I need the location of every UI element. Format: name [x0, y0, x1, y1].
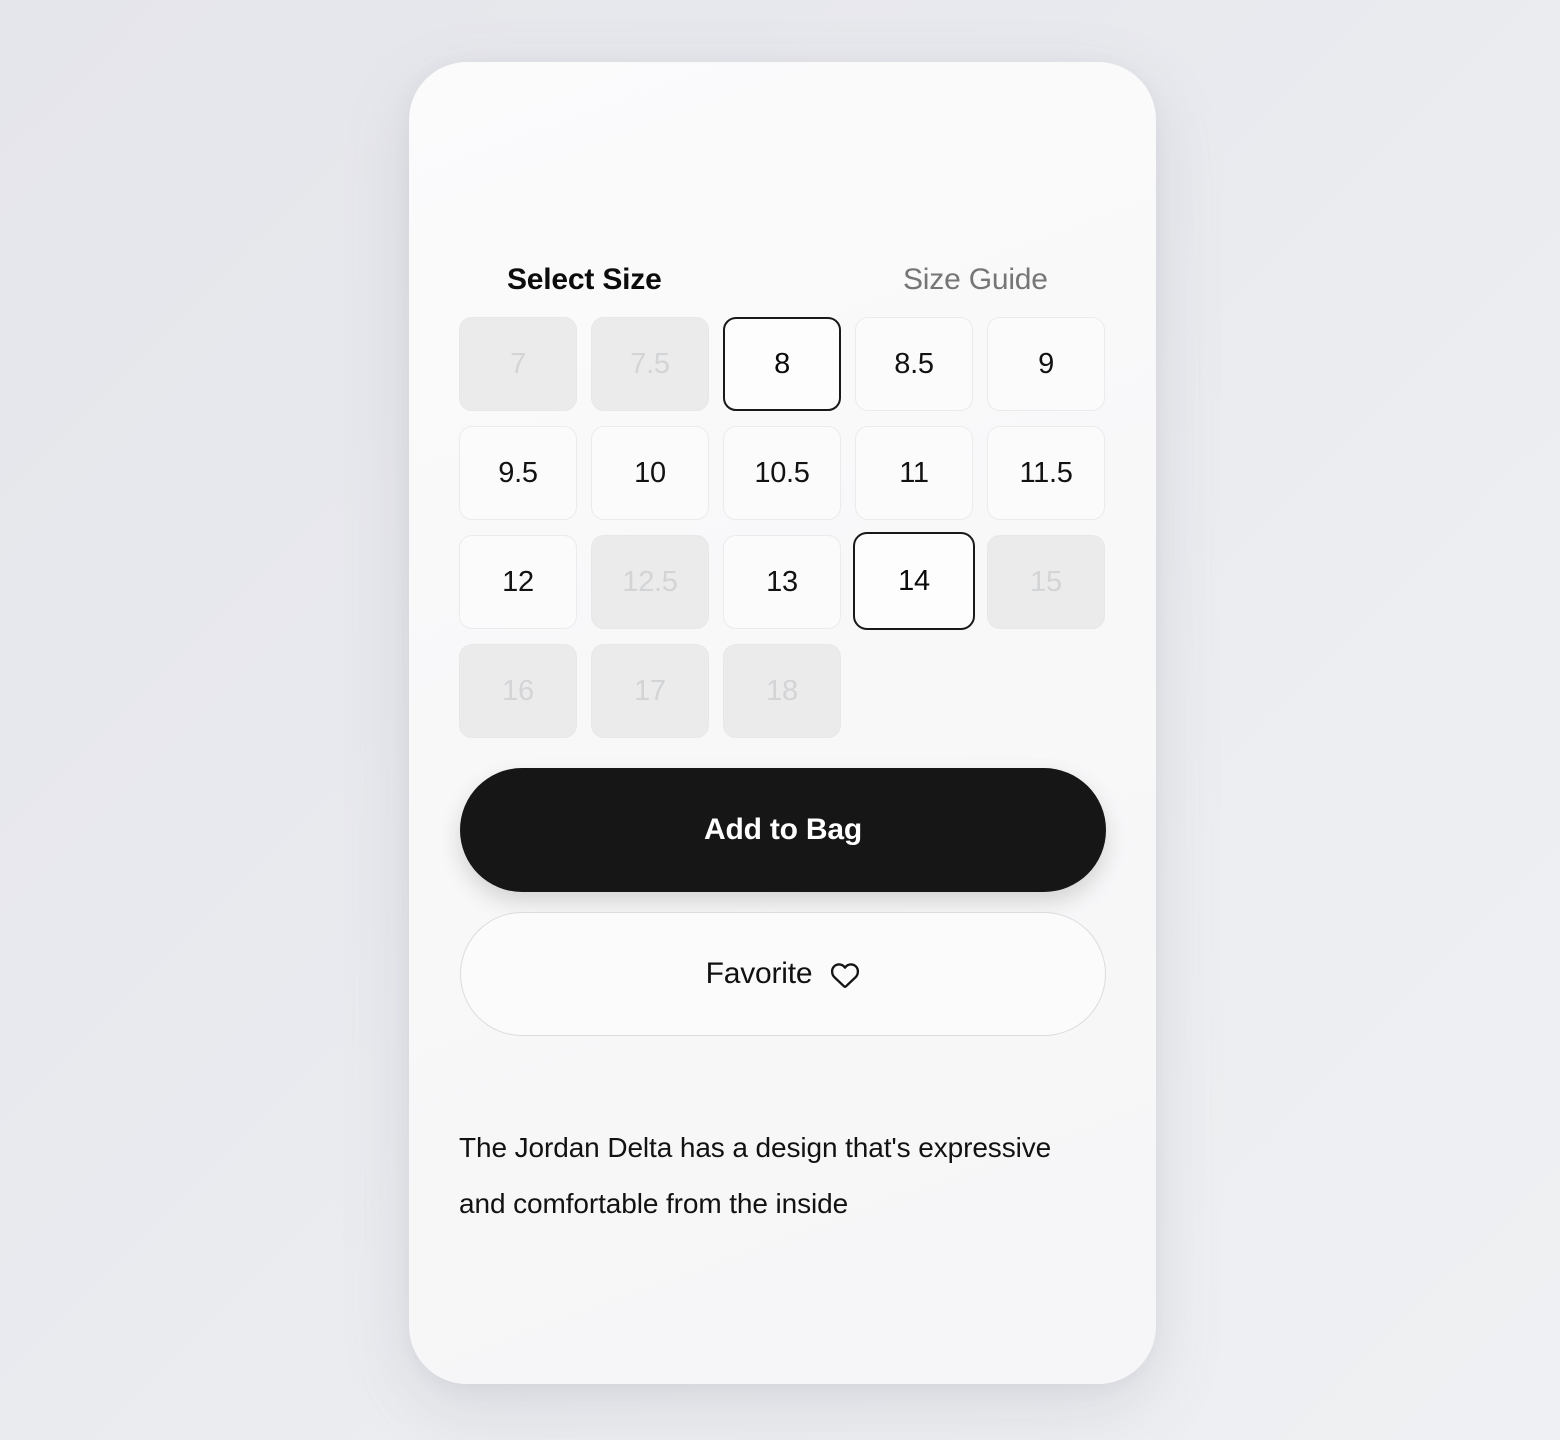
size-tile-12[interactable]: 12 [459, 535, 577, 629]
size-tile-label: 16 [502, 674, 534, 707]
size-tile-9-5[interactable]: 9.5 [459, 426, 577, 520]
size-tile-label: 9.5 [498, 456, 538, 489]
heart-outline-icon [830, 961, 860, 991]
size-tile-label: 14 [898, 564, 930, 597]
size-tile-14[interactable]: 14 [853, 532, 975, 630]
size-tile-13[interactable]: 13 [723, 535, 841, 629]
size-tile-11[interactable]: 11 [855, 426, 973, 520]
size-tile-8-5[interactable]: 8.5 [855, 317, 973, 411]
size-tile-label: 10.5 [754, 456, 810, 489]
size-tile-label: 11.5 [1019, 456, 1073, 489]
size-tile-9[interactable]: 9 [987, 317, 1105, 411]
size-tile-12-5: 12.5 [591, 535, 709, 629]
size-tile-label: 11 [899, 456, 929, 489]
favorite-button[interactable]: Favorite [460, 912, 1106, 1036]
product-description: The Jordan Delta has a design that's exp… [459, 1132, 1052, 1219]
size-tile-label: 7.5 [630, 347, 670, 380]
size-tile-label: 13 [766, 565, 798, 598]
size-tile-label: 9 [1038, 347, 1054, 380]
size-tile-label: 7 [510, 347, 526, 380]
size-tile-15: 15 [987, 535, 1105, 629]
size-tile-10[interactable]: 10 [591, 426, 709, 520]
size-tile-10-5[interactable]: 10.5 [723, 426, 841, 520]
size-tile-16: 16 [459, 644, 577, 738]
size-tile-label: 17 [634, 674, 666, 707]
size-tile-11-5[interactable]: 11.5 [987, 426, 1105, 520]
size-tile-18: 18 [723, 644, 841, 738]
size-tile-label: 10 [634, 456, 666, 489]
page-title: Select Size [507, 263, 662, 296]
size-tile-label: 12.5 [622, 565, 678, 598]
size-tile-17: 17 [591, 644, 709, 738]
favorite-label: Favorite [705, 957, 813, 990]
add-to-bag-button[interactable]: Add to Bag [460, 768, 1106, 892]
size-tile-label: 8 [774, 347, 790, 380]
size-tile-label: 8.5 [894, 347, 934, 380]
size-tile-label: 12 [502, 565, 534, 598]
size-tile-8[interactable]: 8 [723, 317, 841, 411]
size-guide-link[interactable]: Size Guide [903, 260, 1048, 300]
size-tile-7-5: 7.5 [591, 317, 709, 411]
phone-screen-card: Select Size Size Guide 7 7.5 8 8.5 9 9.5 10 10.… [409, 62, 1156, 1384]
add-to-bag-label: Add to Bag [704, 813, 862, 846]
size-tile-label: 18 [766, 674, 798, 707]
size-grid: 7 7.5 8 8.5 9 9.5 10 10.5 11 11.5 12 12.5 13 14 15 16 17… [459, 317, 1119, 738]
size-section-header: Select Size Size Guide [459, 260, 1107, 300]
size-tile-7: 7 [459, 317, 577, 411]
size-tile-label: 15 [1030, 565, 1062, 598]
